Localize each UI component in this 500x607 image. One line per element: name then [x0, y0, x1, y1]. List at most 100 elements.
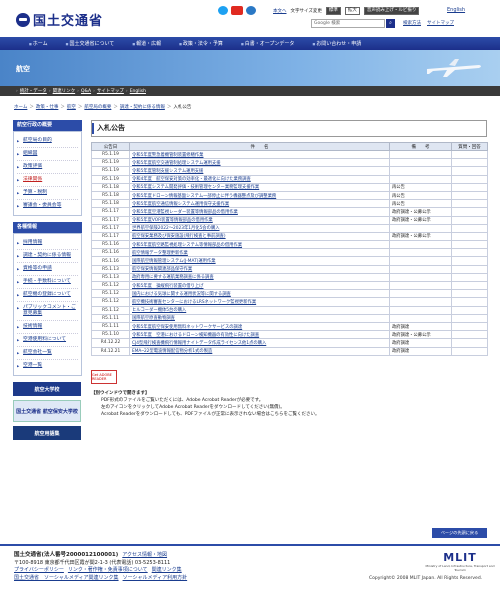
sidebar-item-purpose[interactable]: 航空局の目的: [17, 135, 78, 148]
sidebar-item-councils[interactable]: 審議会・委員会等: [17, 200, 78, 212]
font-large-button[interactable]: 拡大: [344, 7, 360, 15]
banner-aviation-college[interactable]: 航空大学校: [13, 382, 81, 396]
sidebar-item-laws[interactable]: 法律関係: [17, 174, 78, 187]
banner-glossary[interactable]: 航空用語集: [13, 426, 81, 440]
cell-title: 令和5年度 空港におけるドローン検知機器の有効性に向けた調査: [129, 330, 390, 340]
sidebar-item-tech-info[interactable]: 技術情報: [17, 321, 78, 334]
sidebar-item-airport-fees[interactable]: 空港使用料について: [17, 334, 78, 347]
skip-to-content-link[interactable]: 本文へ: [273, 8, 287, 14]
cell-note: [389, 149, 452, 160]
cell-qa: [451, 305, 488, 315]
notice-link[interactable]: 令和5年度ドローン情報基盤システム一部停止に伴う機器整点及び調整業務: [132, 194, 276, 199]
adobe-reader-icon[interactable]: Get ADOBE READER: [91, 369, 117, 384]
notice-link[interactable]: 令和5年度空港監視レーダー装置等情報部品の借用作業: [132, 210, 238, 215]
cell-qa: [451, 199, 488, 209]
sidebar-item-fees[interactable]: 手続・手数料について: [17, 276, 78, 289]
youtube-icon[interactable]: [231, 6, 243, 15]
crumb-home[interactable]: ホーム: [14, 104, 27, 110]
notice-link[interactable]: 令和4年度 航空保安対策の効率化・最適化に向けた業務調査: [132, 177, 251, 182]
sidebar-item-airports[interactable]: 空港一覧: [17, 360, 78, 372]
search-input[interactable]: Google 検索: [311, 19, 385, 28]
notice-link[interactable]: 航空保安情報関連部品保守作業: [132, 267, 192, 272]
font-standard-button[interactable]: 標準: [325, 7, 341, 15]
cell-qa: [451, 272, 488, 283]
cell-date: R5.1.19: [91, 174, 130, 184]
cell-qa: [451, 174, 488, 184]
sidebar-item-recruit[interactable]: 採用情報: [17, 237, 78, 250]
cell-date: R5.1.18: [91, 190, 130, 201]
sidebar-item-procurement[interactable]: 調達・契約に係る情報: [17, 250, 78, 263]
notice-link[interactable]: 令和5年度航空保安使用無料ネットワークサービスの調達: [132, 325, 242, 330]
cell-date: R5.1.13: [91, 264, 130, 274]
notice-link[interactable]: 令和5年度システム開発評価・技術管理センター業務監理支援作業: [132, 185, 259, 190]
notice-link[interactable]: 令和5年度警急着機管制装置修繕作業: [132, 153, 203, 158]
cell-note: [389, 256, 452, 266]
banner-safety-college[interactable]: 国土交通省 航空保安大学校: [13, 400, 81, 422]
crumb-overview[interactable]: 航空局の概要: [84, 104, 111, 110]
col-header-qa: 質問・回答: [451, 142, 488, 151]
english-link[interactable]: English: [447, 7, 465, 13]
gnav-policy[interactable]: 政策・法令・予算: [170, 40, 232, 47]
footer-link-privacy[interactable]: プライバシーポリシー: [14, 567, 64, 575]
notice-link[interactable]: 令和5年度航空交通管制処理システム運用支援: [132, 161, 221, 166]
mlit-logo: MLIT Ministry of Land, Infrastructure, T…: [425, 551, 495, 572]
notice-link[interactable]: 令和5年度航空通信情報システム運用保守支援作業: [132, 202, 229, 207]
header-sub-links: 検索方法 サイトマップ: [403, 20, 454, 26]
footer-link-related[interactable]: 関連リンク集: [152, 567, 182, 575]
notice-link[interactable]: 航空保安業務及び保安施設(飛行検査と事前調査): [132, 234, 226, 239]
gnav-press[interactable]: 報道・広報: [123, 40, 170, 47]
cell-title: EMA─22型電波情報配信物分析1式の製造: [129, 346, 390, 356]
cell-date: R5.1.12: [91, 297, 130, 307]
notice-link[interactable]: EMA─22型電波情報配信物分析1式の製造: [132, 349, 212, 354]
notice-link[interactable]: 令和5年度管制支援システム運用支援: [132, 169, 203, 174]
crumb-procurement[interactable]: 調達・契約に係る情報: [120, 104, 165, 110]
cell-qa: [451, 223, 488, 233]
crumb-policy[interactable]: 政策・仕事: [36, 104, 59, 110]
notice-link[interactable]: 令和5年度 操縦飛行装置の借り上げ: [132, 284, 203, 289]
sidebar-item-org-chart[interactable]: 組織図: [17, 148, 78, 161]
notice-link[interactable]: 令和5年度航空路監視処理システム等情報部品の借用作業: [132, 243, 242, 248]
notice-link[interactable]: 世界航空保険2022～2023年1月化5会の購入: [132, 226, 220, 231]
notice-link[interactable]: 令和5年度 空港におけるドローン検知機器の有効性に向けた調査: [132, 333, 259, 338]
search-button[interactable]: ⌕: [386, 19, 395, 28]
footer-access-link[interactable]: アクセス情報・地図: [122, 552, 167, 560]
notice-link[interactable]: 航空情報データ整理更新作業: [132, 251, 188, 256]
notice-link[interactable]: 航空機技術審査センターにおけるLRSネットワーク監視更新作業: [132, 300, 256, 305]
search-help-link[interactable]: 検索方法: [403, 20, 421, 26]
col-header-date: 公告日: [91, 142, 130, 151]
table-row: R5.1.10 令和5年度 空港におけるドローン検知機器の有効性に向けた調査 政府調…: [91, 330, 488, 340]
gnav-contact[interactable]: お問い合わせ・申請: [303, 40, 370, 47]
notice-link[interactable]: 政府専用に要する運航業務調査に係る調査: [132, 275, 214, 280]
twitter-icon[interactable]: [218, 6, 228, 15]
gnav-whitepaper[interactable]: 白書・オープンデータ: [232, 40, 304, 47]
sitemap-link[interactable]: サイトマップ: [427, 20, 454, 26]
notice-link[interactable]: CJ4型飛行検査機飛行情報用ナイトデータ作成ライセンス他1点の購入: [132, 341, 266, 346]
cell-note: [389, 166, 452, 176]
globe-icon[interactable]: [246, 6, 256, 15]
notice-link[interactable]: 国際航空原査動物調査: [132, 316, 175, 321]
gnav-about[interactable]: 国土交通省について: [57, 40, 124, 47]
footer-link-social-policy[interactable]: ソーシャルメディア利用方針: [123, 575, 188, 583]
sidebar-item-budget[interactable]: 予算・税制: [17, 187, 78, 200]
crumb-aviation[interactable]: 航空: [67, 104, 76, 110]
subnav-links[interactable]: 関連リンク: [53, 88, 76, 94]
notice-link[interactable]: 国内における気球に関する運用状況等に関する調査: [132, 292, 231, 297]
back-to-top-button[interactable]: ページの先頭に戻る: [432, 528, 487, 538]
notice-link[interactable]: 令和5年度VOR装置等情報部品の借用作業: [132, 218, 213, 223]
sidebar-item-registration[interactable]: 航空機の登録について: [17, 289, 78, 302]
notice-link[interactable]: ヒルコーダー機体5台の購入: [132, 308, 186, 313]
read-aloud-button[interactable]: 音声読み上げ・ルビ振り: [363, 7, 420, 15]
footer-link-social[interactable]: 国土交通省 ソーシャルメディア関連リンク集: [14, 575, 119, 583]
sidebar-item-licenses[interactable]: 資格等の申請: [17, 263, 78, 276]
subnav-stats[interactable]: 統計・データ: [20, 88, 47, 94]
notice-link[interactable]: 国際航空情報管理システム(J-MAT)運用作業: [132, 259, 216, 264]
sidebar-item-evaluation[interactable]: 政策評価: [17, 161, 78, 174]
subnav-qa[interactable]: Q&A: [81, 89, 91, 94]
site-logo[interactable]: 国土交通省: [16, 10, 103, 29]
sidebar-item-public-comment[interactable]: パブリックコメント・ご意見募集: [17, 302, 78, 321]
sidebar-item-airlines[interactable]: 航空会社一覧: [17, 347, 78, 360]
gnav-home[interactable]: ホーム: [20, 40, 57, 47]
footer-link-copyright[interactable]: リンク・著作権・免責事項について: [68, 567, 148, 575]
subnav-english[interactable]: English: [130, 89, 146, 94]
subnav-sitemap[interactable]: サイトマップ: [97, 88, 124, 94]
